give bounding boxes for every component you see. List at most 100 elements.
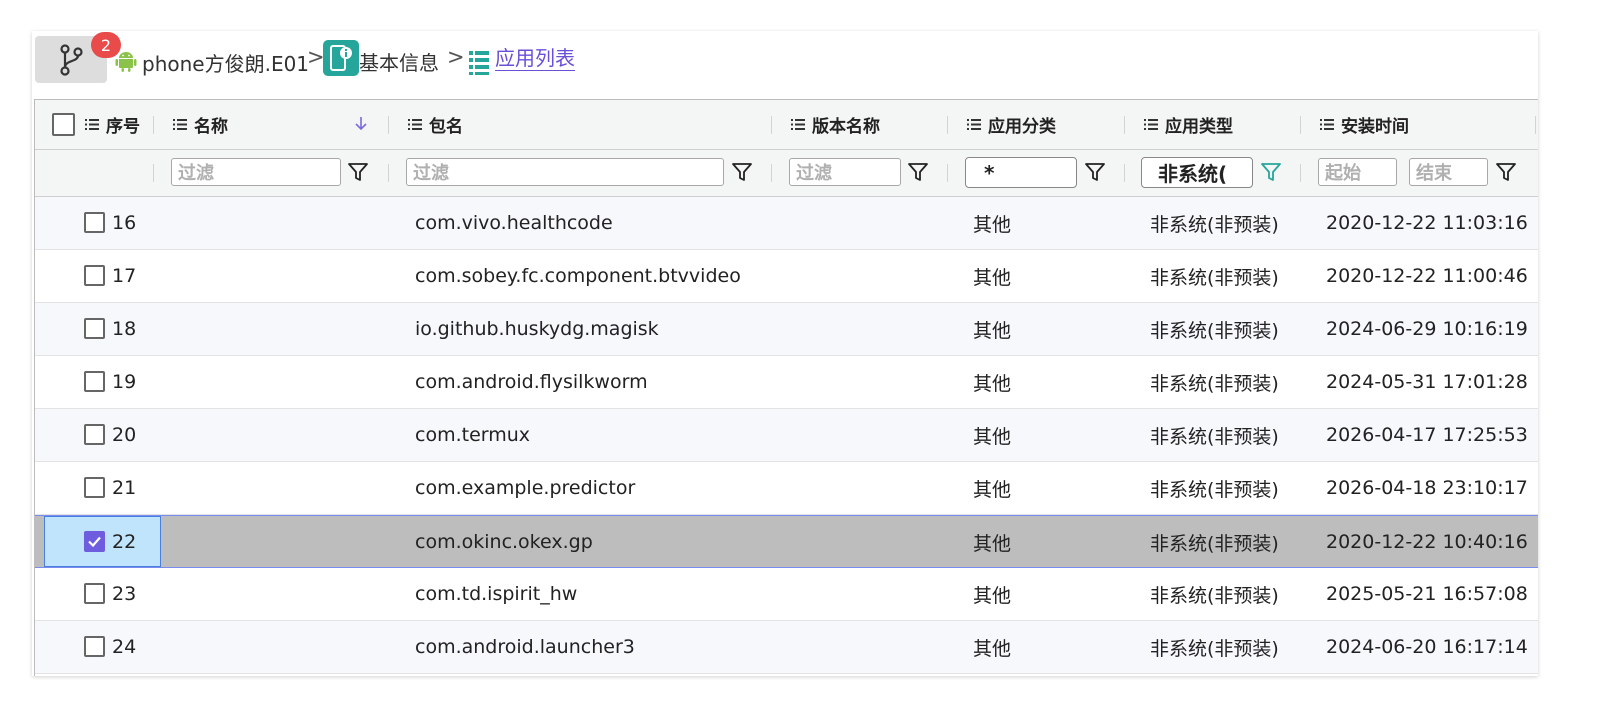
- row-type: 非系统(非预装): [1150, 584, 1279, 607]
- column-menu-icon: [408, 119, 422, 130]
- column-menu-icon: [85, 119, 99, 130]
- breadcrumb-separator: >: [447, 45, 465, 69]
- filter-icon[interactable]: [1084, 161, 1106, 183]
- end-date-input[interactable]: 结束: [1409, 158, 1488, 186]
- row-category: 其他: [973, 584, 1012, 607]
- table-header: 序号 名称 包名 版本名称 应用分类 应用类型 安装时间: [35, 100, 1538, 150]
- column-title: 安装时间: [1341, 117, 1409, 137]
- row-index: 16: [112, 212, 137, 234]
- row-type: 非系统(非预装): [1150, 425, 1279, 448]
- type-filter-select[interactable]: 非系统(: [1141, 157, 1253, 188]
- row-type: 非系统(非预装): [1150, 637, 1279, 660]
- version-filter-input[interactable]: 过滤: [789, 158, 901, 186]
- row-index: 18: [112, 318, 137, 340]
- category-filter-select[interactable]: *: [965, 157, 1077, 188]
- row-index: 22: [112, 531, 137, 553]
- column-menu-icon: [173, 119, 187, 130]
- row-index: 19: [112, 371, 137, 393]
- row-checkbox[interactable]: [84, 265, 105, 286]
- row-index: 24: [112, 636, 137, 658]
- table-row[interactable]: 16 com.vivo.healthcode 其他 非系统(非预装) 2020-…: [35, 197, 1538, 250]
- row-package: com.example.predictor: [415, 477, 636, 499]
- column-header-name[interactable]: 名称: [173, 100, 228, 149]
- row-install-time: 2020-12-22 10:40:16: [1326, 531, 1528, 553]
- row-package: io.github.huskydg.magisk: [415, 318, 659, 340]
- column-menu-icon: [967, 119, 981, 130]
- row-checkbox[interactable]: [84, 583, 105, 604]
- row-install-time: 2026-04-18 23:10:17: [1326, 477, 1528, 499]
- column-header-install-time[interactable]: 安装时间: [1320, 100, 1409, 149]
- column-header-type[interactable]: 应用类型: [1144, 100, 1233, 149]
- sort-descending-icon[interactable]: [355, 117, 367, 131]
- column-header-package[interactable]: 包名: [408, 100, 463, 149]
- row-package: com.vivo.healthcode: [415, 212, 613, 234]
- row-install-time: 2025-05-21 16:57:08: [1326, 583, 1528, 605]
- android-icon: [115, 52, 137, 72]
- table-row[interactable]: 19 com.android.flysilkworm 其他 非系统(非预装) 2…: [35, 356, 1538, 409]
- row-package: com.android.flysilkworm: [415, 371, 648, 393]
- branch-icon: [60, 43, 83, 76]
- device-info-icon: [323, 40, 359, 76]
- row-category: 其他: [973, 319, 1012, 342]
- row-checkbox[interactable]: [84, 318, 105, 339]
- row-type: 非系统(非预装): [1150, 266, 1279, 289]
- table-row[interactable]: 20 com.termux 其他 非系统(非预装) 2026-04-17 17:…: [35, 409, 1538, 462]
- filter-icon[interactable]: [1495, 161, 1517, 183]
- filter-icon[interactable]: [347, 161, 369, 183]
- row-package: com.termux: [415, 424, 531, 446]
- app-table: 序号 名称 包名 版本名称 应用分类 应用类型 安装时间 过滤 过滤 过滤 * …: [34, 99, 1538, 676]
- row-category: 其他: [973, 425, 1012, 448]
- select-all-checkbox[interactable]: [52, 113, 75, 136]
- filter-icon[interactable]: [731, 161, 753, 183]
- table-row[interactable]: 18 io.github.huskydg.magisk 其他 非系统(非预装) …: [35, 303, 1538, 356]
- breadcrumb-device[interactable]: phone方俊朗.E01: [142, 48, 309, 77]
- row-type: 非系统(非预装): [1150, 213, 1279, 236]
- row-type: 非系统(非预装): [1150, 532, 1279, 555]
- column-menu-icon: [791, 119, 805, 130]
- table-row[interactable]: 21 com.example.predictor 其他 非系统(非预装) 202…: [35, 462, 1538, 515]
- row-category: 其他: [973, 372, 1012, 395]
- row-install-time: 2024-06-20 16:17:14: [1326, 636, 1528, 658]
- breadcrumb-basic-info[interactable]: 基本信息: [359, 47, 439, 76]
- row-category: 其他: [973, 213, 1012, 236]
- row-package: com.td.ispirit_hw: [415, 583, 578, 605]
- row-checkbox[interactable]: [84, 477, 105, 498]
- row-index: 17: [112, 265, 137, 287]
- branch-button[interactable]: 2: [35, 32, 121, 83]
- filter-icon[interactable]: [907, 161, 929, 183]
- column-header-index[interactable]: 序号: [85, 100, 140, 149]
- column-title: 包名: [429, 117, 463, 137]
- row-install-time: 2020-12-22 11:00:46: [1326, 265, 1528, 287]
- row-checkbox[interactable]: [84, 212, 105, 233]
- breadcrumb: 2 phone方俊朗.E01 > 基本信息 > 应用列表: [32, 31, 1538, 95]
- column-title: 版本名称: [812, 117, 880, 137]
- column-header-category[interactable]: 应用分类: [967, 100, 1056, 149]
- row-index: 21: [112, 477, 137, 499]
- breadcrumb-app-list[interactable]: 应用列表: [495, 46, 575, 71]
- list-icon: [469, 51, 489, 75]
- column-title: 应用类型: [1165, 117, 1233, 137]
- row-checkbox[interactable]: [84, 636, 105, 657]
- table-row[interactable]: 17 com.sobey.fc.component.btvvideo 其他 非系…: [35, 250, 1538, 303]
- row-checkbox-checked[interactable]: [84, 531, 105, 552]
- breadcrumb-separator: >: [307, 45, 325, 69]
- table-row-selected[interactable]: 22 com.okinc.okex.gp 其他 非系统(非预装) 2020-12…: [35, 515, 1538, 568]
- row-type: 非系统(非预装): [1150, 478, 1279, 501]
- row-category: 其他: [973, 478, 1012, 501]
- column-title: 序号: [106, 117, 140, 137]
- column-header-version[interactable]: 版本名称: [791, 100, 880, 149]
- row-checkbox[interactable]: [84, 371, 105, 392]
- checkmark-icon: [88, 536, 101, 548]
- row-category: 其他: [973, 266, 1012, 289]
- row-install-time: 2024-06-29 10:16:19: [1326, 318, 1528, 340]
- table-row[interactable]: 24 com.android.launcher3 其他 非系统(非预装) 202…: [35, 621, 1538, 674]
- filter-row: 过滤 过滤 过滤 * 非系统( 起始 结束: [35, 150, 1538, 197]
- table-row[interactable]: 23 com.td.ispirit_hw 其他 非系统(非预装) 2025-05…: [35, 568, 1538, 621]
- active-filter-icon[interactable]: [1260, 161, 1282, 183]
- column-title: 名称: [194, 117, 228, 137]
- row-package: com.okinc.okex.gp: [415, 531, 593, 553]
- name-filter-input[interactable]: 过滤: [171, 158, 341, 186]
- start-date-input[interactable]: 起始: [1318, 158, 1397, 186]
- package-filter-input[interactable]: 过滤: [406, 158, 724, 186]
- row-checkbox[interactable]: [84, 424, 105, 445]
